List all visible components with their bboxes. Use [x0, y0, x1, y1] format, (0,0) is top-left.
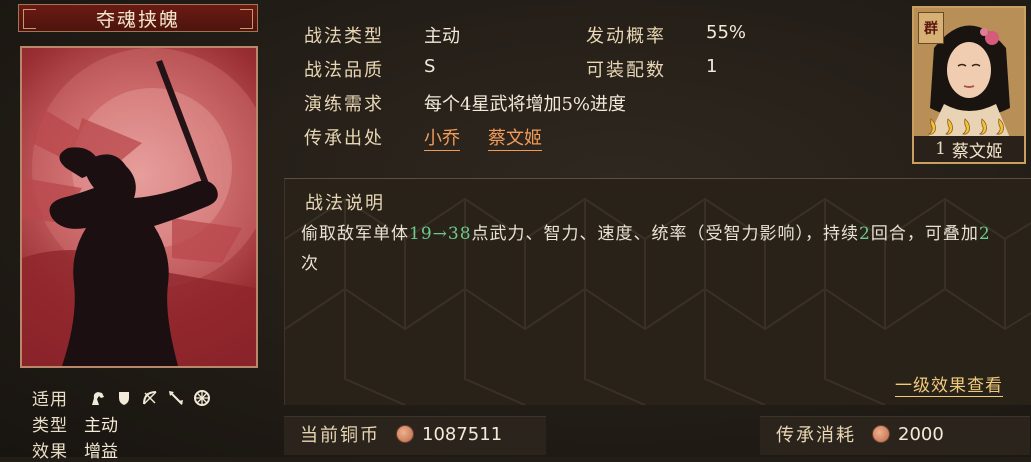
- damage-range: 19→38: [409, 224, 472, 244]
- general-portrait-card[interactable]: 群 1 蔡文姬: [912, 6, 1026, 164]
- shield-icon: [114, 388, 134, 408]
- copper-coin-icon: [396, 425, 414, 443]
- level-one-effect-link[interactable]: 一级效果查看: [895, 371, 1003, 397]
- skill-quality-label: 战法品质: [304, 60, 384, 81]
- star-icon: [979, 118, 987, 135]
- description-text: 偷取敌军单体19→38点武力、智力、速度、统率（受智力影响），持续2回合，可叠加…: [301, 224, 991, 274]
- skill-name-plaque: 夺魂挟魄: [18, 4, 258, 32]
- star-icon: [945, 118, 953, 135]
- trigger-rate-value: 55%: [706, 22, 747, 43]
- duration-turns: 2: [859, 224, 871, 244]
- apply-label: 适用: [32, 390, 68, 410]
- cavalry-icon: [88, 388, 108, 408]
- apply-row: 适用: [32, 385, 212, 410]
- star-icon: [962, 118, 970, 135]
- faction-badge: 群: [918, 12, 944, 44]
- troop-type-icons: [88, 388, 212, 408]
- description-title: 战法说明: [305, 193, 385, 214]
- type-row: 类型 主动: [32, 411, 118, 436]
- stack-count: 2: [978, 224, 991, 244]
- copper-coin-icon: [872, 425, 890, 443]
- skill-type-label: 战法类型: [304, 26, 384, 47]
- plaque-corner-left: [23, 9, 36, 29]
- inherit-source-caiwenji[interactable]: 蔡文姬: [488, 124, 542, 151]
- effect-row: 效果 增益: [32, 437, 118, 462]
- inherit-cost-field: 传承消耗 2000: [776, 416, 944, 452]
- skill-type-value: 主动: [424, 26, 460, 47]
- warrior-silhouette-art: [22, 48, 256, 366]
- current-coins-label: 当前铜币: [300, 425, 380, 446]
- star-icon: [996, 118, 1004, 135]
- type-label: 类型: [32, 416, 68, 436]
- equip-slots-label: 可装配数: [586, 60, 666, 81]
- current-coins-field: 当前铜币 1087511: [300, 416, 502, 452]
- trigger-rate-label: 发动概率: [586, 26, 666, 47]
- equip-slots-value: 1: [706, 56, 718, 77]
- inherit-cost-label: 传承消耗: [776, 425, 856, 446]
- skill-artwork: [20, 46, 258, 368]
- skill-description-panel: 战法说明 偷取敌军单体19→38点武力、智力、速度、统率（受智力影响），持续2回…: [284, 178, 1031, 405]
- effect-label: 效果: [32, 442, 68, 462]
- type-value: 主动: [84, 416, 118, 436]
- current-coins-value: 1087511: [422, 423, 503, 445]
- general-level: 1: [935, 139, 946, 159]
- inherit-source-label: 传承出处: [304, 128, 384, 149]
- inherit-cost-value: 2000: [898, 423, 944, 445]
- drill-requirement-value: 每个4星武将增加5%进度: [424, 94, 627, 115]
- skill-name: 夺魂挟魄: [95, 8, 180, 31]
- general-name: 蔡文姬: [951, 141, 1003, 162]
- skill-detail-screen: 夺魂挟魄 战法类型 主动 发动概率 55% 战法品质 S 可装配数 1 演练需求…: [0, 0, 1031, 462]
- star-icon: [928, 118, 936, 135]
- portrait-name-bar: 1 蔡文姬: [914, 136, 1024, 162]
- effect-value: 增益: [84, 442, 118, 462]
- spear-icon: [166, 388, 186, 408]
- star-rating: [924, 118, 1006, 136]
- skill-quality-value: S: [424, 56, 436, 77]
- inherit-source-xiaoqiao[interactable]: 小乔: [424, 124, 460, 151]
- siege-icon: [192, 388, 212, 408]
- plaque-corner-right: [240, 9, 253, 29]
- bow-icon: [140, 388, 160, 408]
- drill-requirement-label: 演练需求: [304, 94, 384, 115]
